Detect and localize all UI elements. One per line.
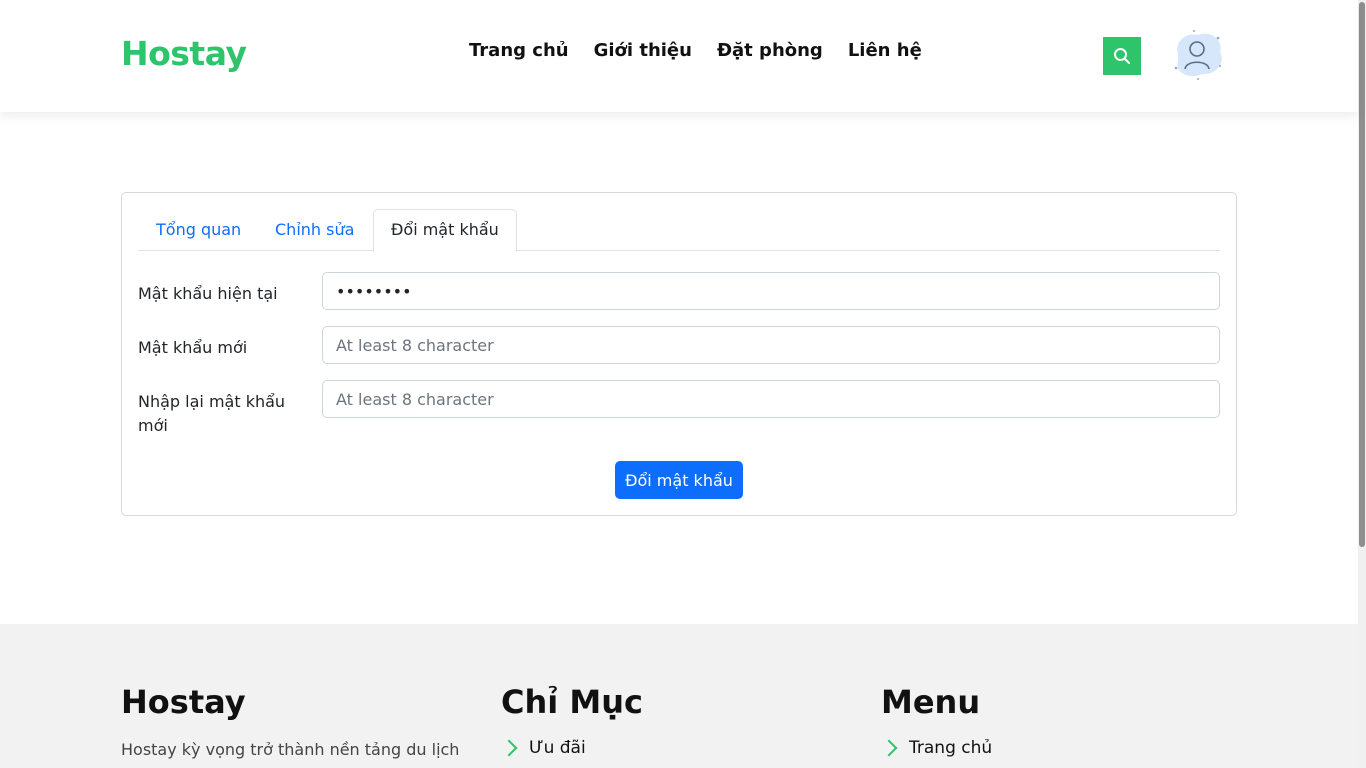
site-footer: Hostay Hostay kỳ vọng trở thành nền tảng…	[0, 624, 1358, 768]
footer-index: Chỉ Mục Ưu đãi	[500, 682, 643, 760]
profile-tabs: Tổng quan Chỉnh sửa Đổi mật khẩu	[138, 209, 1220, 252]
site-header: Hostay Trang chủ Giới thiệu Đặt phòng Li…	[0, 0, 1358, 112]
scrollbar-thumb[interactable]	[1359, 2, 1365, 547]
footer-menu-item[interactable]: Trang chủ	[880, 736, 993, 760]
footer-menu-title: Menu	[881, 683, 981, 721]
footer-about-title: Hostay	[121, 683, 246, 721]
tab-edit[interactable]: Chỉnh sửa	[257, 209, 372, 251]
footer-index-title: Chỉ Mục	[501, 683, 643, 721]
footer-menu-item-label: Trang chủ	[909, 738, 993, 758]
footer-about: Hostay Hostay kỳ vọng trở thành nền tảng…	[121, 682, 461, 762]
main-nav: Trang chủ Giới thiệu Đặt phòng Liên hệ	[469, 40, 922, 61]
current-password-input[interactable]	[322, 272, 1220, 310]
search-button[interactable]	[1103, 37, 1141, 75]
new-password-input[interactable]	[322, 326, 1220, 364]
current-password-label: Mật khẩu hiện tại	[138, 284, 278, 303]
nav-link-home[interactable]: Trang chủ	[469, 40, 569, 61]
footer-menu: Menu Trang chủ	[880, 682, 993, 760]
user-avatar[interactable]	[1168, 28, 1226, 82]
tab-change-password[interactable]: Đổi mật khẩu	[373, 209, 517, 252]
tab-overview[interactable]: Tổng quan	[138, 209, 259, 251]
site-logo[interactable]: Hostay	[121, 34, 247, 73]
user-avatar-icon	[1174, 30, 1222, 80]
nav-link-contact[interactable]: Liên hệ	[848, 40, 922, 61]
new-password-label: Mật khẩu mới	[138, 338, 248, 357]
change-password-button[interactable]: Đổi mật khẩu	[615, 461, 743, 499]
page-scrollbar[interactable]	[1358, 0, 1366, 768]
search-icon	[1114, 48, 1130, 64]
chevron-right-icon	[500, 739, 518, 757]
footer-about-description: Hostay kỳ vọng trở thành nền tảng du lịc…	[121, 740, 460, 759]
confirm-password-input[interactable]	[322, 380, 1220, 418]
nav-link-booking[interactable]: Đặt phòng	[717, 40, 823, 61]
chevron-right-icon	[880, 739, 898, 757]
nav-link-about[interactable]: Giới thiệu	[594, 40, 692, 61]
footer-index-item-label: Ưu đãi	[529, 738, 586, 758]
confirm-password-label: Nhập lại mật khẩu mới	[138, 392, 286, 435]
footer-index-item[interactable]: Ưu đãi	[500, 736, 643, 760]
profile-card: Tổng quan Chỉnh sửa Đổi mật khẩu Mật khẩ…	[121, 192, 1237, 516]
